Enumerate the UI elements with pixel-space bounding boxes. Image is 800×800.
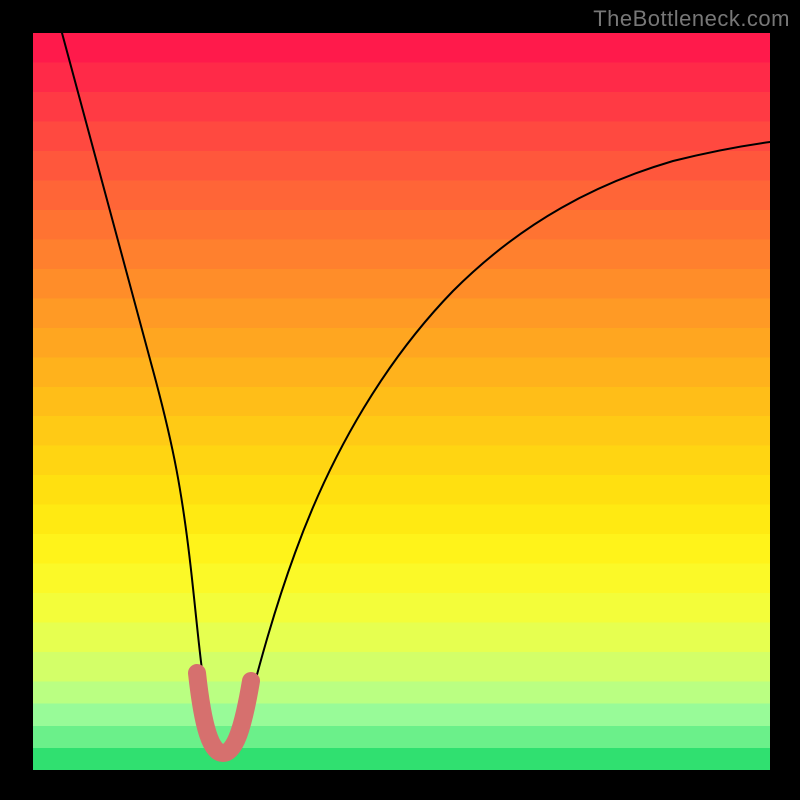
plot-area (33, 33, 770, 770)
bottleneck-curve (62, 33, 770, 753)
curve-svg (33, 33, 770, 770)
watermark-text: TheBottleneck.com (593, 6, 790, 32)
chart-container: TheBottleneck.com (0, 0, 800, 800)
trough-highlight (197, 673, 251, 753)
